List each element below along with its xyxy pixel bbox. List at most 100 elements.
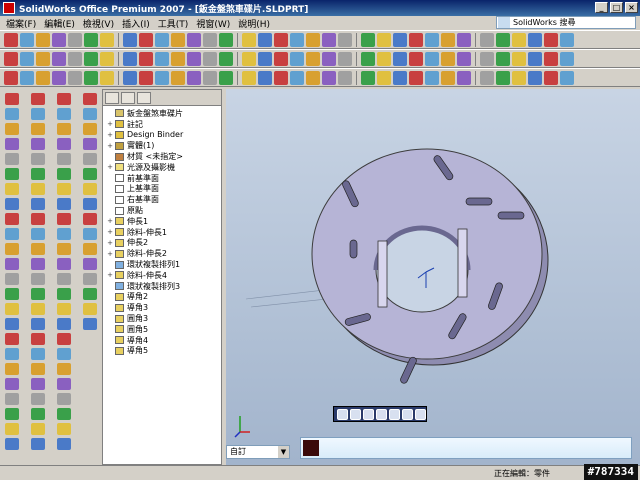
toolbar-tool-icon[interactable] — [20, 51, 34, 66]
toolbar-tool-icon[interactable] — [322, 32, 336, 47]
toolbar-tool-icon[interactable] — [496, 51, 510, 66]
toolbar-tool-icon[interactable] — [306, 70, 320, 85]
toolbar-tool-icon[interactable] — [83, 168, 97, 180]
toolbar-tool-icon[interactable] — [5, 303, 19, 315]
toolbar-tool-icon[interactable] — [31, 123, 45, 135]
toolbar-tool-icon[interactable] — [83, 123, 97, 135]
toolbar-tool-icon[interactable] — [322, 51, 336, 66]
toolbar-tool-icon[interactable] — [57, 138, 71, 150]
toolbar-tool-icon[interactable] — [393, 51, 407, 66]
tree-item[interactable]: + 除料-伸長4 — [106, 270, 221, 281]
toolbar-tool-icon[interactable] — [5, 228, 19, 240]
toolbar-tool-icon[interactable] — [4, 70, 18, 85]
toolbar-tool-icon[interactable] — [57, 423, 71, 435]
toolbar-tool-icon[interactable] — [57, 288, 71, 300]
tree-item[interactable]: 環狀複製排列3 — [106, 281, 221, 292]
tree-item[interactable]: 前基準面 — [106, 173, 221, 184]
toolbar-tool-icon[interactable] — [5, 258, 19, 270]
toolbar-tool-icon[interactable] — [5, 183, 19, 195]
toolbar-tool-icon[interactable] — [57, 438, 71, 450]
toolbar-tool-icon[interactable] — [4, 32, 18, 47]
toolbar-tool-icon[interactable] — [425, 32, 439, 47]
close-button[interactable]: × — [625, 2, 638, 13]
toolbar-tool-icon[interactable] — [57, 318, 71, 330]
toolbar-tool-icon[interactable] — [31, 243, 45, 255]
toolbar-tool-icon[interactable] — [57, 348, 71, 360]
toolbar-tool-icon[interactable] — [187, 70, 201, 85]
toolbar-tool-icon[interactable] — [31, 198, 45, 210]
toolbar-tool-icon[interactable] — [5, 123, 19, 135]
toolbar-tool-icon[interactable] — [4, 51, 18, 66]
toolbar-tool-icon[interactable] — [560, 51, 574, 66]
tree-item[interactable]: + 除料-伸長2 — [106, 248, 221, 259]
toolbar-tool-icon[interactable] — [83, 273, 97, 285]
toolbar-tool-icon[interactable] — [31, 168, 45, 180]
toolbar-tool-icon[interactable] — [31, 108, 45, 120]
toolbar-tool-icon[interactable] — [31, 348, 45, 360]
toolbar-tool-icon[interactable] — [377, 32, 391, 47]
toolbar-tool-icon[interactable] — [31, 93, 45, 105]
section-view-icon[interactable] — [376, 408, 387, 420]
toolbar-tool-icon[interactable] — [57, 393, 71, 405]
toolbar-tool-icon[interactable] — [83, 303, 97, 315]
toolbar-tool-icon[interactable] — [258, 51, 272, 66]
toolbar-tool-icon[interactable] — [68, 32, 82, 47]
toolbar-tool-icon[interactable] — [361, 70, 375, 85]
toolbar-tool-icon[interactable] — [425, 70, 439, 85]
toolbar-tool-icon[interactable] — [361, 32, 375, 47]
toolbar-tool-icon[interactable] — [409, 70, 423, 85]
toolbar-tool-icon[interactable] — [361, 51, 375, 66]
tree-item[interactable]: 導角3 — [106, 302, 221, 313]
toolbar-tool-icon[interactable] — [290, 51, 304, 66]
toolbar-tool-icon[interactable] — [274, 32, 288, 47]
toolbar-tool-icon[interactable] — [31, 363, 45, 375]
model-view[interactable] — [226, 89, 640, 465]
toolbar-tool-icon[interactable] — [171, 51, 185, 66]
toolbar-tool-icon[interactable] — [528, 70, 542, 85]
toolbar-tool-icon[interactable] — [57, 183, 71, 195]
toolbar-tool-icon[interactable] — [338, 32, 352, 47]
toolbar-tool-icon[interactable] — [83, 153, 97, 165]
toolbar-tool-icon[interactable] — [83, 138, 97, 150]
toolbar-tool-icon[interactable] — [83, 183, 97, 195]
menu-tools[interactable]: 工具(T) — [154, 17, 193, 30]
toolbar-tool-icon[interactable] — [57, 378, 71, 390]
tree-item[interactable]: 導角2 — [106, 292, 221, 303]
toolbar-tool-icon[interactable] — [242, 70, 256, 85]
toolbar-tool-icon[interactable] — [377, 70, 391, 85]
search-box[interactable]: SolidWorks 搜尋 — [496, 16, 636, 29]
toolbar-tool-icon[interactable] — [31, 393, 45, 405]
toolbar-tool-icon[interactable] — [52, 51, 66, 66]
toolbar-tool-icon[interactable] — [528, 32, 542, 47]
toolbar-tool-icon[interactable] — [5, 273, 19, 285]
toolbar-tool-icon[interactable] — [393, 70, 407, 85]
menu-file[interactable]: 檔案(F) — [2, 17, 40, 30]
display-style-icon[interactable] — [389, 408, 400, 420]
toolbar-tool-icon[interactable] — [83, 108, 97, 120]
toolbar-tool-icon[interactable] — [5, 138, 19, 150]
toolbar-tool-icon[interactable] — [480, 32, 494, 47]
toolbar-tool-icon[interactable] — [57, 408, 71, 420]
toolbar-tool-icon[interactable] — [83, 243, 97, 255]
toolbar-tool-icon[interactable] — [441, 51, 455, 66]
expand-icon[interactable]: + — [106, 163, 114, 171]
view-orientation-select[interactable]: 自訂 ▼ — [226, 445, 290, 459]
toolbar-tool-icon[interactable] — [31, 438, 45, 450]
toolbar-tool-icon[interactable] — [171, 70, 185, 85]
toolbar-tool-icon[interactable] — [57, 228, 71, 240]
toolbar-tool-icon[interactable] — [57, 303, 71, 315]
toolbar-tool-icon[interactable] — [84, 32, 98, 47]
toolbar-tool-icon[interactable] — [187, 32, 201, 47]
toolbar-tool-icon[interactable] — [31, 258, 45, 270]
toolbar-tool-icon[interactable] — [480, 51, 494, 66]
toolbar-tool-icon[interactable] — [57, 258, 71, 270]
toolbar-tool-icon[interactable] — [57, 93, 71, 105]
expand-icon[interactable]: + — [106, 131, 114, 139]
toolbar-tool-icon[interactable] — [57, 198, 71, 210]
toolbar-tool-icon[interactable] — [5, 108, 19, 120]
toolbar-tool-icon[interactable] — [155, 51, 169, 66]
toolbar-tool-icon[interactable] — [31, 318, 45, 330]
toolbar-tool-icon[interactable] — [258, 70, 272, 85]
toolbar-tool-icon[interactable] — [31, 288, 45, 300]
maximize-button[interactable]: □ — [610, 2, 623, 13]
